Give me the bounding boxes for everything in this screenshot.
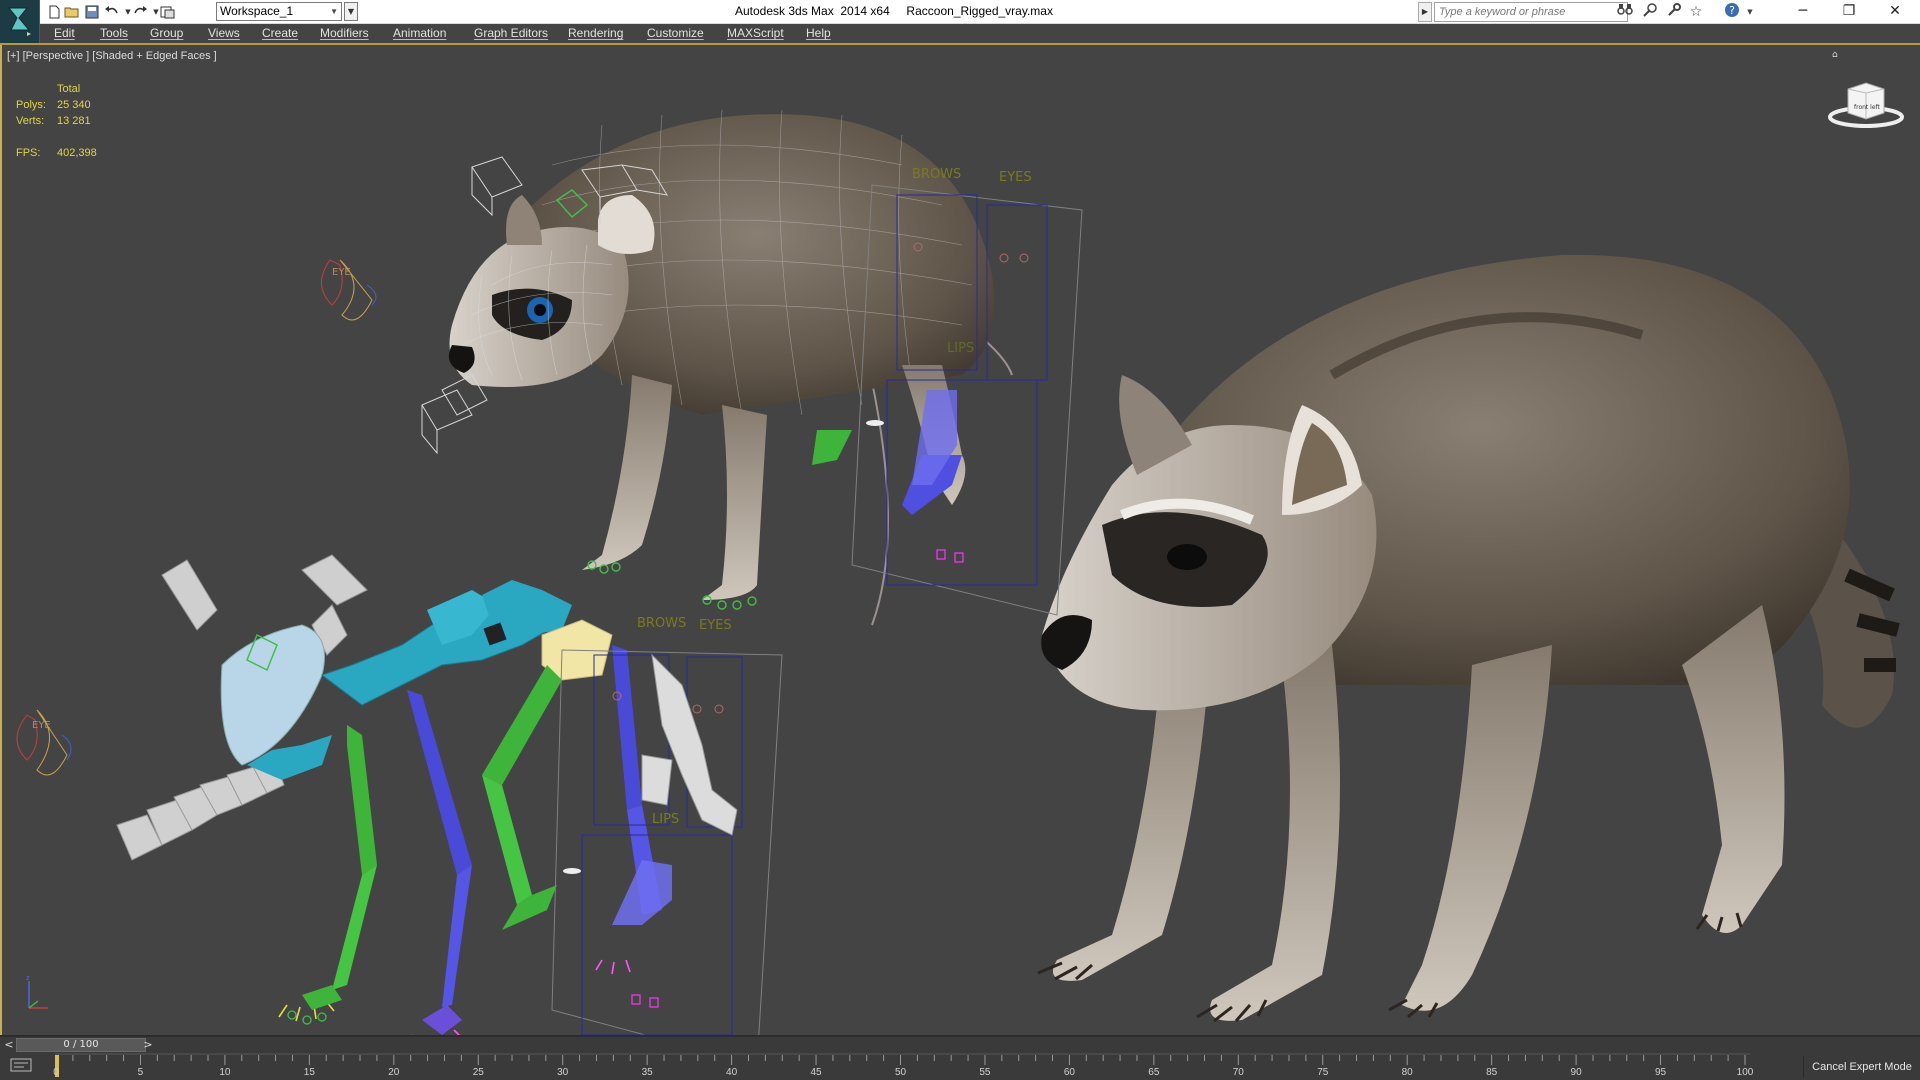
menu-tools[interactable]: Tools [100, 26, 128, 40]
tick-label: 35 [641, 1067, 653, 1078]
menu-bar: Edit Tools Group Views Create Modifiers … [40, 24, 1920, 44]
tick-label: 20 [388, 1067, 400, 1078]
binoculars-icon[interactable] [1615, 2, 1635, 22]
svg-text:LIPS: LIPS [652, 812, 679, 827]
menu-create[interactable]: Create [262, 26, 298, 40]
track-bar: 0 5 10 15 20 25 30 35 40 45 50 55 60 65 70 75 80 85 90 95 10… [0, 1053, 1920, 1080]
time-slider[interactable]: < 0 / 100 > [0, 1036, 1920, 1053]
verts-label: Verts: [16, 115, 45, 127]
perspective-viewport[interactable]: BROWS EYES LIPS BROWS EYES LIPS EYE EYE … [0, 45, 1920, 1045]
eyes-label: EYES [999, 170, 1032, 185]
time-slider-prev-button[interactable]: < [2, 1037, 16, 1053]
menu-group[interactable]: Group [150, 26, 183, 40]
svg-text:EYES: EYES [699, 618, 732, 633]
fps-value: 402,398 [57, 147, 97, 159]
menu-maxscript[interactable]: MAXScript [727, 26, 784, 40]
brows-label: BROWS [912, 167, 961, 182]
time-slider-next-button[interactable]: > [140, 1037, 156, 1053]
menu-customize[interactable]: Customize [647, 26, 704, 40]
svg-text:?: ? [1729, 4, 1735, 17]
raccoon-rigged-model: BROWS EYES LIPS [421, 109, 1083, 626]
eye-control-helper: EYE EYE [16, 259, 377, 776]
svg-text:z: z [26, 974, 30, 982]
menu-edit[interactable]: Edit [54, 26, 75, 40]
tick-label: 65 [1148, 1067, 1160, 1078]
raccoon-textured-model [1037, 254, 1900, 1023]
workspace-select-value: Workspace_1 [220, 4, 294, 18]
search-input[interactable]: Type a keyword or phrase [1434, 2, 1628, 22]
save-icon[interactable] [82, 2, 102, 22]
time-slider-thumb[interactable]: 0 / 100 [16, 1038, 146, 1052]
menu-graph-editors[interactable]: Graph Editors [474, 26, 548, 40]
close-button[interactable]: ✕ [1872, 0, 1918, 24]
help-icon[interactable]: ? [1722, 2, 1742, 22]
tick-label: 95 [1654, 1067, 1667, 1078]
3ds-max-logo-icon [7, 7, 31, 36]
window-title: Autodesk 3ds Max 2014 x64 Raccoon_Rigged… [735, 4, 1053, 18]
tick-label: 15 [303, 1067, 315, 1078]
restore-button[interactable]: ❐ [1826, 0, 1872, 24]
app-menu-button[interactable] [0, 0, 40, 44]
facial-control-panel-bottom: BROWS EYES LIPS [551, 616, 783, 1035]
menu-rendering[interactable]: Rendering [568, 26, 623, 40]
minimize-button[interactable]: ─ [1780, 0, 1826, 24]
tick-label: 75 [1317, 1067, 1329, 1078]
workspace-select[interactable]: Workspace_1 ▼ [216, 2, 342, 21]
svg-text:BROWS: BROWS [637, 616, 686, 631]
svg-text:EYE: EYE [332, 267, 351, 278]
menu-modifiers[interactable]: Modifiers [320, 26, 369, 40]
tick-label: 90 [1570, 1067, 1582, 1078]
fps-label: FPS: [16, 147, 41, 159]
menu-animation[interactable]: Animation [393, 26, 446, 40]
axis-tripod-icon: z [26, 974, 48, 1009]
tick-label: 25 [472, 1067, 484, 1078]
help-dropdown-icon[interactable]: ▼ [1740, 2, 1760, 22]
viewcube-face-label: front left [1854, 104, 1881, 111]
tick-label: 30 [557, 1067, 569, 1078]
tick-label: 55 [979, 1067, 991, 1078]
3ds-max-window: ▼ ▼ Workspace_1 ▼ ▼ Autodesk 3ds Max 201… [0, 0, 1920, 1080]
viewport-label[interactable]: [+] [Perspective ] [Shaded + Edged Faces… [7, 50, 217, 62]
wrench-icon[interactable] [1664, 2, 1684, 22]
viewport-statistics: Total Polys: 25 340 Verts: 13 281 FPS: 402,… [16, 81, 97, 161]
tick-label: 50 [894, 1067, 907, 1078]
cancel-expert-mode-button[interactable]: Cancel Expert Mode [1803, 1056, 1920, 1078]
trackbar-config-icon[interactable] [8, 1057, 34, 1075]
project-folder-icon[interactable] [158, 2, 178, 22]
tick-label: 45 [810, 1067, 822, 1078]
tick-label: 70 [1232, 1067, 1244, 1078]
svg-text:EYE: EYE [32, 720, 51, 731]
tick-label: 40 [726, 1067, 738, 1078]
polys-value: 25 340 [57, 99, 91, 111]
scene-render: BROWS EYES LIPS BROWS EYES LIPS EYE EYE [16, 109, 1900, 1035]
new-file-icon[interactable] [44, 2, 64, 22]
tick-label: 0 [53, 1067, 59, 1078]
favorites-icon[interactable]: ☆ [1686, 2, 1706, 22]
search-expand-button[interactable]: ▶ [1418, 2, 1432, 22]
communication-center-icon[interactable] [1640, 2, 1660, 22]
workspace-menu-button[interactable]: ▼ [344, 2, 358, 21]
open-file-icon[interactable] [62, 2, 82, 22]
svg-text:LIPS: LIPS [947, 341, 974, 356]
tick-label: 60 [1063, 1067, 1075, 1078]
chevron-down-icon: ▼ [330, 7, 338, 16]
tick-label: 85 [1486, 1067, 1498, 1078]
tick-label: 10 [219, 1067, 231, 1078]
stats-header: Total [57, 83, 81, 95]
menu-views[interactable]: Views [208, 26, 240, 40]
polys-label: Polys: [16, 99, 46, 111]
menu-help[interactable]: Help [806, 26, 831, 40]
raccoon-skeleton-rig [116, 554, 662, 1035]
title-bar: ▼ ▼ Workspace_1 ▼ ▼ Autodesk 3ds Max 201… [0, 0, 1920, 24]
tick-label: 100 [1736, 1067, 1754, 1078]
tick-label: 80 [1401, 1067, 1413, 1078]
tick-label: 5 [137, 1067, 144, 1078]
verts-value: 13 281 [57, 115, 91, 127]
viewcube[interactable]: front left [1828, 75, 1904, 131]
home-icon[interactable]: ⌂ [1832, 50, 1840, 60]
